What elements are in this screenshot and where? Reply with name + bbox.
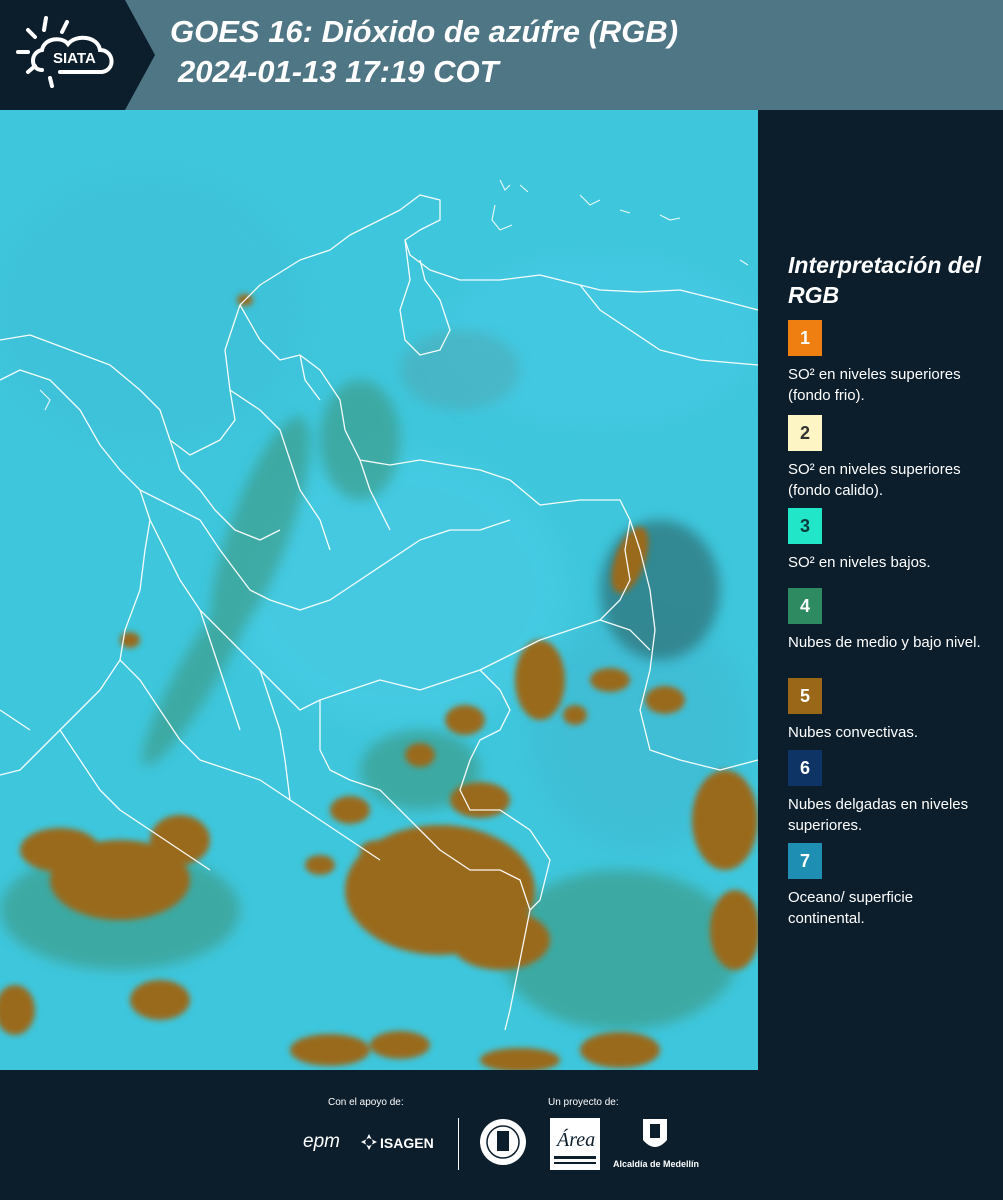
- support-label: Con el apoyo de:: [328, 1097, 404, 1108]
- timestamp: 2024-01-13 17:19 COT: [178, 54, 499, 89]
- legend-swatch: 1: [788, 320, 822, 356]
- legend-swatch: 5: [788, 678, 822, 714]
- logo-text: SIATA: [53, 50, 96, 67]
- legend-swatch: 6: [788, 750, 822, 786]
- alcaldia-text: Alcaldía de Medellín: [613, 1159, 700, 1169]
- legend-title: Interpretación del RGB: [788, 252, 981, 308]
- area-metropolitana-logo: Área: [550, 1118, 600, 1175]
- legend-label: Nubes convectivas.: [788, 724, 919, 741]
- isagen-text: ISAGEN: [380, 1135, 434, 1151]
- legend-swatch: 2: [788, 415, 822, 451]
- page-title: GOES 16: Dióxido de azúfre (RGB): [170, 14, 679, 49]
- footer-divider: [458, 1118, 459, 1170]
- footer: Con el apoyo de: Un proyecto de: epm ISA…: [0, 1070, 1003, 1200]
- epm-logo: epm: [303, 1131, 340, 1152]
- legend-swatch: 7: [788, 843, 822, 879]
- legend-item-6: 6 Nubes delgadas en niveles superiores.: [788, 750, 988, 836]
- legend-label: Nubes de medio y bajo nivel.: [788, 634, 981, 651]
- siata-logo: SIATA: [0, 0, 155, 110]
- satellite-map[interactable]: [0, 110, 758, 1070]
- legend-label: Nubes delgadas en niveles superiores.: [788, 796, 969, 834]
- header-bar: SIATA GOES 16: Dióxido de azúfre (RGB) 2…: [0, 0, 1003, 110]
- medellin-seal: [478, 1117, 528, 1172]
- legend-item-7: 7 Oceano/ superficie continental.: [788, 843, 988, 929]
- legend-label: SO² en niveles bajos.: [788, 554, 931, 571]
- legend-swatch: 4: [788, 588, 822, 624]
- svg-text:Área: Área: [555, 1128, 595, 1151]
- legend-label: SO² en niveles superiores (fondo calido)…: [788, 461, 961, 499]
- legend-item-1: 1 SO² en niveles superiores (fondo frio).: [788, 320, 988, 406]
- legend-label: Oceano/ superficie continental.: [788, 889, 914, 927]
- legend-item-5: 5 Nubes convectivas.: [788, 678, 988, 743]
- legend-label: SO² en niveles superiores (fondo frio).: [788, 366, 961, 404]
- legend-item-4: 4 Nubes de medio y bajo nivel.: [788, 588, 988, 653]
- legend-panel: Interpretación del RGB 1 SO² en niveles s…: [758, 110, 1003, 1070]
- legend-item-3: 3 SO² en niveles bajos.: [788, 508, 988, 573]
- isagen-logo: [360, 1133, 378, 1156]
- legend-item-2: 2 SO² en niveles superiores (fondo calido…: [788, 415, 988, 501]
- legend-swatch: 3: [788, 508, 822, 544]
- alcaldia-crest: [642, 1118, 668, 1159]
- project-label: Un proyecto de:: [548, 1097, 619, 1108]
